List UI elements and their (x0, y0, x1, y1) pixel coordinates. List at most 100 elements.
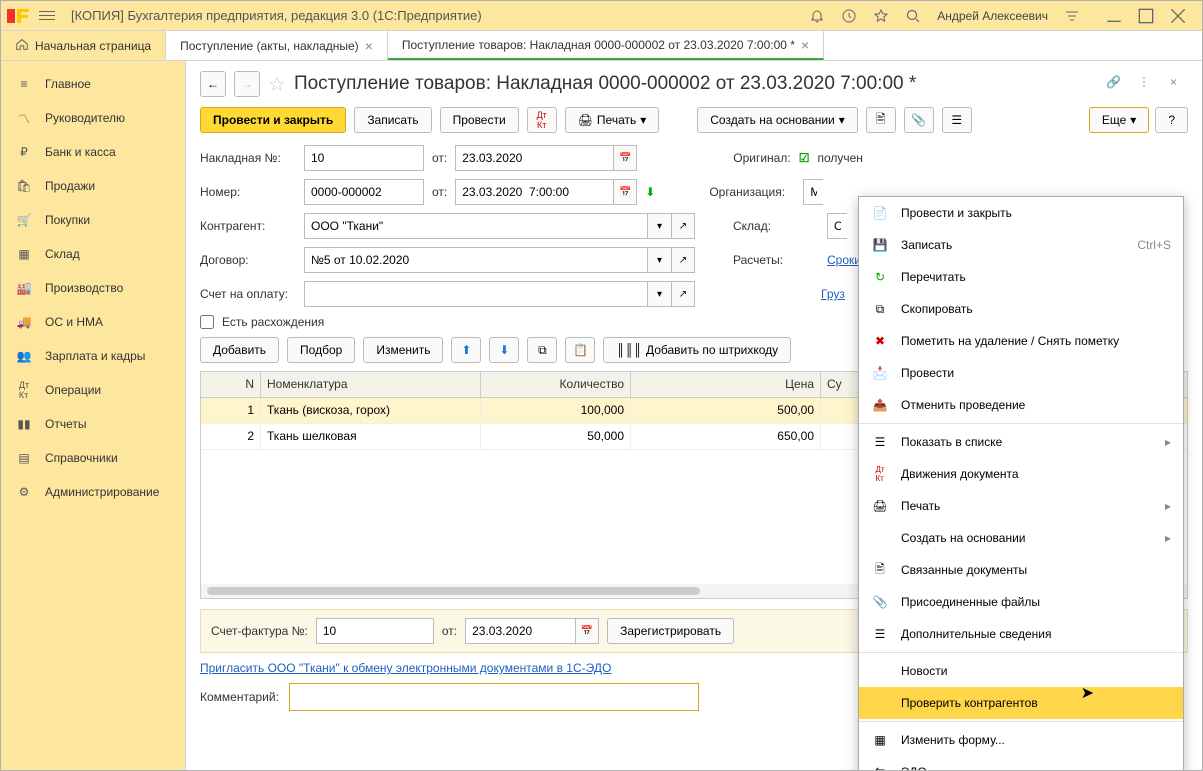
tab-close-icon[interactable]: × (801, 37, 809, 53)
copy-icon[interactable]: ⧉ (527, 337, 557, 363)
history-icon[interactable] (841, 8, 857, 24)
contragent-input[interactable] (304, 213, 647, 239)
menu-write[interactable]: 💾ЗаписатьCtrl+S (859, 229, 1183, 261)
extra-info-icon[interactable]: ☰ (942, 107, 972, 133)
print-button[interactable]: 🖨Печать▾ (565, 107, 660, 133)
move-up-icon[interactable]: ⬆ (451, 337, 481, 363)
tab-current-doc[interactable]: Поступление товаров: Накладная 0000-0000… (388, 31, 824, 60)
edit-row-button[interactable]: Изменить (363, 337, 443, 363)
add-row-button[interactable]: Добавить (200, 337, 279, 363)
menu-edo[interactable]: ⇆ЭДО▸ (859, 756, 1183, 770)
current-user[interactable]: Андрей Алексеевич (937, 9, 1048, 23)
col-price[interactable]: Цена (631, 372, 821, 397)
menu-post[interactable]: 📩Провести (859, 357, 1183, 389)
menu-post-close[interactable]: 📄Провести и закрыть (859, 197, 1183, 229)
checkbox-received[interactable]: ☑ (799, 151, 810, 165)
menu-unpost[interactable]: 📤Отменить проведение (859, 389, 1183, 421)
close-panel-icon[interactable]: × (1170, 75, 1188, 93)
sidebar-item-operations[interactable]: ДтКтОперации (1, 373, 185, 407)
calendar-icon[interactable]: 📅 (575, 618, 599, 644)
help-button[interactable]: ? (1155, 107, 1188, 133)
search-icon[interactable] (905, 8, 921, 24)
menu-news[interactable]: Новости (859, 655, 1183, 687)
maximize-icon[interactable] (1138, 8, 1154, 24)
related-docs-icon[interactable]: 🖹 (866, 107, 896, 133)
attach-icon[interactable]: 📎 (904, 107, 934, 133)
sidebar-item-refs[interactable]: ▤Справочники (1, 441, 185, 475)
sidebar-item-manager[interactable]: 〽Руководителю (1, 101, 185, 135)
invoice-no-input[interactable] (304, 145, 424, 171)
select-icon[interactable]: ▾ (647, 281, 671, 307)
create-based-button[interactable]: Создать на основании▾ (697, 107, 858, 133)
sf-no-input[interactable] (316, 618, 434, 644)
sf-date-input[interactable] (465, 618, 575, 644)
link-icon[interactable]: 🔗 (1106, 75, 1124, 93)
number-date-input[interactable] (455, 179, 613, 205)
post-and-close-button[interactable]: Провести и закрыть (200, 107, 346, 133)
sidebar-item-assets[interactable]: 🚚ОС и НМА (1, 305, 185, 339)
select-icon[interactable]: ▾ (647, 247, 671, 273)
main-menu-icon[interactable] (39, 6, 59, 26)
menu-attached[interactable]: 📎Присоединенные файлы (859, 586, 1183, 618)
filter-icon[interactable] (1064, 8, 1080, 24)
menu-reread[interactable]: ↻Перечитать (859, 261, 1183, 293)
menu-extra-info[interactable]: ☰Дополнительные сведения (859, 618, 1183, 650)
menu-mark-delete[interactable]: ✖Пометить на удаление / Снять пометку (859, 325, 1183, 357)
contract-input[interactable] (304, 247, 647, 273)
menu-copy[interactable]: ⧉Скопировать (859, 293, 1183, 325)
register-button[interactable]: Зарегистрировать (607, 618, 734, 644)
menu-movements[interactable]: ДтКтДвижения документа (859, 458, 1183, 490)
shipper-link[interactable]: Груз (821, 287, 845, 301)
calc-link[interactable]: Сроки (827, 253, 861, 267)
invite-edo-link[interactable]: Пригласить ООО "Ткани" к обмену электрон… (200, 661, 611, 675)
write-button[interactable]: Записать (354, 107, 431, 133)
open-icon[interactable]: ↗ (671, 247, 695, 273)
col-nomenclature[interactable]: Номенклатура (261, 372, 481, 397)
tab-receipts[interactable]: Поступление (акты, накладные) × (166, 31, 388, 60)
sidebar-item-payroll[interactable]: 👥Зарплата и кадры (1, 339, 185, 373)
sidebar-item-bank[interactable]: ₽Банк и касса (1, 135, 185, 169)
nav-fwd-button[interactable]: → (234, 71, 260, 97)
pay-acct-input[interactable] (304, 281, 647, 307)
kebab-icon[interactable]: ⋮ (1138, 75, 1156, 93)
diff-checkbox[interactable] (200, 315, 214, 329)
favorite-star-icon[interactable]: ☆ (268, 72, 286, 97)
col-qty[interactable]: Количество (481, 372, 631, 397)
tab-close-icon[interactable]: × (365, 38, 373, 54)
menu-change-form[interactable]: ▦Изменить форму... (859, 724, 1183, 756)
nav-back-button[interactable]: ← (200, 71, 226, 97)
calendar-icon[interactable]: 📅 (613, 179, 637, 205)
open-icon[interactable]: ↗ (671, 281, 695, 307)
minimize-icon[interactable] (1106, 8, 1122, 24)
comment-input[interactable] (289, 683, 699, 711)
close-icon[interactable] (1170, 8, 1186, 24)
menu-create-based[interactable]: Создать на основании▸ (859, 522, 1183, 554)
menu-show-in-list[interactable]: ☰Показать в списке▸ (859, 426, 1183, 458)
more-button[interactable]: Еще▾ (1089, 107, 1149, 133)
number-input[interactable] (304, 179, 424, 205)
bell-icon[interactable] (809, 8, 825, 24)
dtkt-button[interactable]: ДтКт (527, 107, 557, 133)
org-input[interactable] (803, 179, 823, 205)
invoice-date-input[interactable] (455, 145, 613, 171)
sidebar-item-sales[interactable]: 🛍Продажи (1, 169, 185, 203)
warehouse-input[interactable] (827, 213, 847, 239)
sidebar-item-reports[interactable]: ▮▮Отчеты (1, 407, 185, 441)
select-icon[interactable]: ▾ (647, 213, 671, 239)
sidebar-item-admin[interactable]: ⚙Администрирование (1, 475, 185, 509)
barcode-button[interactable]: ║║║Добавить по штрихкоду (603, 337, 791, 363)
sidebar-item-warehouse[interactable]: ▦Склад (1, 237, 185, 271)
calendar-icon[interactable]: 📅 (613, 145, 637, 171)
menu-print[interactable]: 🖨Печать▸ (859, 490, 1183, 522)
sidebar-item-production[interactable]: 🏭Производство (1, 271, 185, 305)
post-button[interactable]: Провести (440, 107, 519, 133)
paste-icon[interactable]: 📋 (565, 337, 595, 363)
col-n[interactable]: N (201, 372, 261, 397)
move-down-icon[interactable]: ⬇ (489, 337, 519, 363)
sidebar-item-purchases[interactable]: 🛒Покупки (1, 203, 185, 237)
open-icon[interactable]: ↗ (671, 213, 695, 239)
sidebar-item-main[interactable]: ≡Главное (1, 67, 185, 101)
menu-related[interactable]: 🖹Связанные документы (859, 554, 1183, 586)
menu-check-contragents[interactable]: Проверить контрагентов (859, 687, 1183, 719)
pick-button[interactable]: Подбор (287, 337, 355, 363)
